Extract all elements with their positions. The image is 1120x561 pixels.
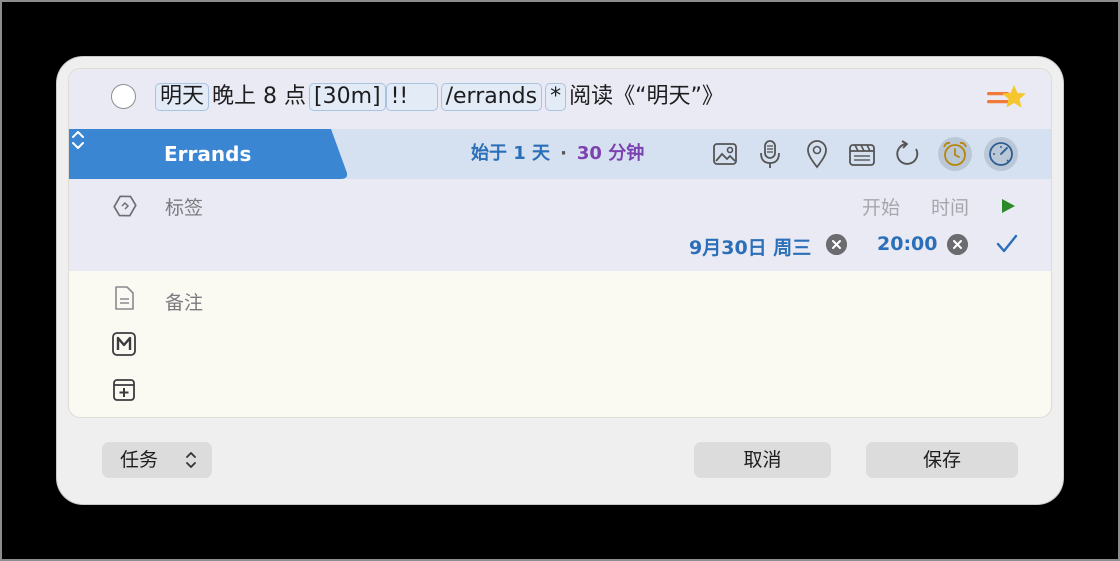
tags-schedule-row: 标签 开始 时间 9月30日 周三 20:00: [69, 179, 1051, 271]
tags-field[interactable]: 标签: [165, 193, 203, 220]
markdown-icon[interactable]: [111, 331, 137, 357]
chevron-updown-icon: [72, 131, 84, 149]
duration-summary[interactable]: 始于 1 天 · 30 分钟: [471, 129, 644, 179]
token-star: *: [545, 83, 567, 111]
token-duration: [30m]: [309, 83, 386, 111]
item-type-select[interactable]: 任务: [102, 442, 212, 478]
separator-dot: ·: [560, 143, 567, 164]
token-title: 阅读《“明天”》: [569, 84, 724, 109]
start-offset: 始于 1 天: [471, 143, 551, 164]
task-title-input[interactable]: 明天 晚上 8 点 [30m] !! /errands * 阅读《“明天”》: [155, 81, 727, 113]
priority-star-icon[interactable]: [987, 83, 1027, 113]
notes-field[interactable]: 备注: [165, 288, 203, 315]
notes-area: 备注: [69, 271, 1051, 417]
start-label: 开始: [862, 197, 901, 219]
time-value[interactable]: 20:00: [877, 233, 937, 255]
duration-length: 30 分钟: [576, 143, 645, 164]
list-selector[interactable]: Errands: [69, 129, 347, 179]
token-list: /errands: [440, 83, 543, 111]
microphone-icon[interactable]: [753, 137, 787, 171]
save-button[interactable]: 保存: [866, 442, 1018, 478]
play-icon[interactable]: [999, 196, 1017, 216]
cancel-button[interactable]: 取消: [694, 442, 831, 478]
token-date: 明天: [155, 83, 210, 111]
repeat-icon[interactable]: [891, 137, 925, 171]
clapperboard-icon[interactable]: [845, 137, 879, 171]
chevron-updown-icon: [186, 452, 196, 468]
task-card: 明天 晚上 8 点 [30m] !! /errands * 阅读《“明天”》 E…: [68, 68, 1052, 418]
time-label: 时间: [931, 197, 970, 219]
clear-time-icon[interactable]: [947, 234, 968, 255]
quick-entry-dialog: 明天 晚上 8 点 [30m] !! /errands * 阅读《“明天”》 E…: [57, 57, 1063, 504]
clear-date-icon[interactable]: [826, 234, 847, 255]
checkmark-icon[interactable]: [995, 232, 1019, 256]
image-icon[interactable]: [708, 137, 742, 171]
location-icon[interactable]: [800, 137, 834, 171]
list-name: Errands: [164, 142, 252, 166]
token-priority: !!: [385, 83, 438, 111]
item-type-label: 任务: [120, 449, 159, 471]
title-row: 明天 晚上 8 点 [30m] !! /errands * 阅读《“明天”》: [69, 69, 1051, 129]
deadline-gauge-icon[interactable]: [984, 137, 1018, 171]
add-attachment-icon[interactable]: [111, 377, 137, 403]
token-time: 晚上 8 点: [212, 84, 306, 109]
list-toolbar-row: Errands 始于 1 天 · 30 分钟: [69, 129, 1051, 179]
note-document-icon: [115, 286, 134, 310]
alarm-clock-icon[interactable]: [938, 137, 972, 171]
date-value[interactable]: 9月30日 周三: [689, 233, 811, 260]
complete-checkbox[interactable]: [111, 84, 136, 109]
tag-icon: [113, 195, 137, 217]
